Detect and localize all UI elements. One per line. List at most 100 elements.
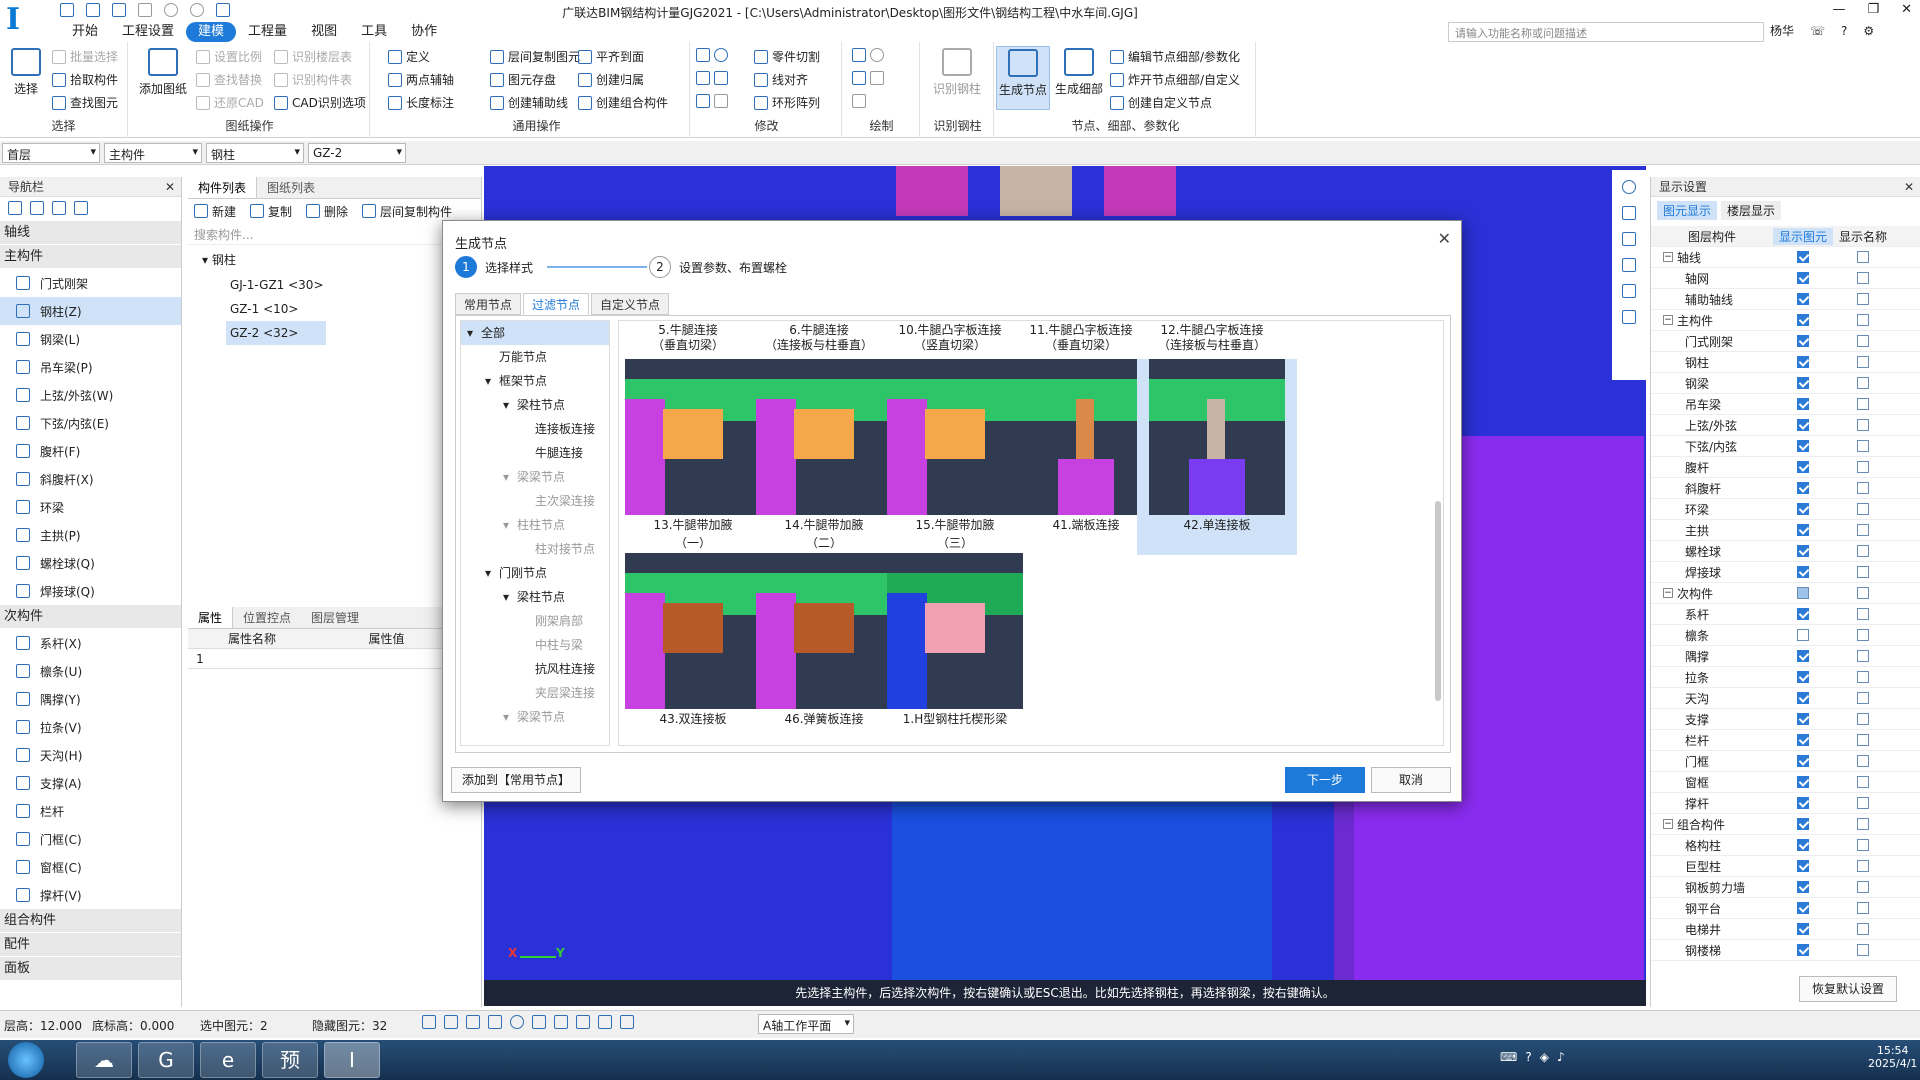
nav-item[interactable]: 栏杆 bbox=[0, 797, 181, 825]
circle-draw-icon[interactable] bbox=[870, 48, 884, 62]
create-attribution-button[interactable]: 创建归属 bbox=[578, 71, 644, 88]
cube-icon[interactable] bbox=[466, 1015, 480, 1029]
show-element-checkbox[interactable] bbox=[1797, 860, 1809, 872]
find-element-button[interactable]: 查找图元 bbox=[52, 94, 118, 111]
cad-options-button[interactable]: CAD识别选项 bbox=[274, 94, 366, 111]
tab-element-display[interactable]: 图元显示 bbox=[1657, 201, 1718, 220]
layer-icon[interactable] bbox=[598, 1015, 612, 1029]
cancel-button[interactable]: 取消 bbox=[1371, 767, 1451, 793]
node-card-partial[interactable]: 12.牛腿凸字板连接 （连接板与柱垂直） bbox=[1137, 323, 1287, 353]
collapse-toggle[interactable]: − bbox=[1663, 819, 1673, 829]
show-element-checkbox[interactable] bbox=[1797, 902, 1809, 914]
detail-view-icon[interactable] bbox=[74, 201, 88, 215]
find-replace-button[interactable]: 查找替换 bbox=[196, 71, 262, 88]
show-element-checkbox[interactable] bbox=[1797, 839, 1809, 851]
nav-item[interactable]: 环梁 bbox=[0, 493, 181, 521]
tab-properties[interactable]: 属性 bbox=[188, 607, 234, 628]
tree-root-steel-column[interactable]: ▾ 钢柱 bbox=[202, 251, 481, 273]
tree-node[interactable]: ▾ 框架节点 bbox=[461, 369, 609, 393]
show-name-checkbox[interactable] bbox=[1857, 608, 1869, 620]
component-search-input[interactable]: 搜索构件... bbox=[188, 223, 481, 245]
show-element-checkbox[interactable] bbox=[1797, 377, 1809, 389]
move-icon[interactable] bbox=[696, 94, 728, 108]
pin-icon[interactable] bbox=[8, 201, 22, 215]
recognize-component-table-button[interactable]: 识别构件表 bbox=[274, 71, 352, 88]
tree-node[interactable]: ▾ 梁柱节点 bbox=[461, 393, 609, 417]
menu-quantities[interactable]: 工程量 bbox=[236, 22, 299, 42]
restore-icon[interactable]: ❐ bbox=[1867, 2, 1879, 17]
view-box-icon[interactable] bbox=[1622, 258, 1636, 272]
reset-defaults-button[interactable]: 恢复默认设置 bbox=[1799, 976, 1897, 1002]
nav-item[interactable]: 腹杆(F) bbox=[0, 437, 181, 465]
nav-item[interactable]: 系杆(X) bbox=[0, 629, 181, 657]
show-element-checkbox[interactable] bbox=[1797, 503, 1809, 515]
nav-item[interactable]: 窗框(C) bbox=[0, 853, 181, 881]
view-2d-icon[interactable] bbox=[1622, 206, 1636, 220]
show-name-checkbox[interactable] bbox=[1857, 482, 1869, 494]
tab-component-list[interactable]: 构件列表 bbox=[188, 177, 258, 198]
tree-toggle[interactable]: ▾ bbox=[503, 513, 517, 537]
nav-cat-sub[interactable]: 次构件 bbox=[0, 605, 181, 629]
menu-start[interactable]: 开始 bbox=[60, 22, 110, 42]
node-card-partial[interactable]: 11.牛腿凸字板连接 （垂直切梁） bbox=[1006, 323, 1156, 353]
tree-node[interactable]: 中柱与梁 bbox=[461, 633, 609, 657]
copy-floor-component-button[interactable]: 层间复制构件 bbox=[362, 203, 452, 220]
rotate-icon[interactable] bbox=[714, 48, 728, 62]
mirror-icon[interactable] bbox=[714, 71, 728, 85]
show-element-checkbox[interactable] bbox=[1797, 461, 1809, 473]
tab-custom-nodes[interactable]: 自定义节点 bbox=[591, 293, 670, 315]
angle-icon[interactable] bbox=[532, 1015, 546, 1029]
nav-item[interactable]: 拉条(V) bbox=[0, 713, 181, 741]
show-element-checkbox[interactable] bbox=[1797, 629, 1809, 641]
rect-draw-icon[interactable] bbox=[852, 94, 866, 108]
part-cut-button[interactable]: 零件切割 bbox=[754, 48, 820, 65]
tab-position-points[interactable]: 位置控点 bbox=[233, 607, 301, 628]
tree-node[interactable]: ▾ 柱柱节点 bbox=[461, 513, 609, 537]
show-element-checkbox[interactable] bbox=[1797, 251, 1809, 263]
nav-item[interactable]: 钢梁(L) bbox=[0, 325, 181, 353]
tab-common-nodes[interactable]: 常用节点 bbox=[455, 293, 522, 315]
nav-item[interactable]: 斜腹杆(X) bbox=[0, 465, 181, 493]
define-button[interactable]: 定义 bbox=[388, 48, 430, 65]
show-element-checkbox[interactable] bbox=[1797, 419, 1809, 431]
show-element-checkbox[interactable] bbox=[1797, 566, 1809, 578]
show-name-checkbox[interactable] bbox=[1857, 629, 1869, 641]
copy-component-button[interactable]: 复制 bbox=[250, 203, 292, 220]
show-name-checkbox[interactable] bbox=[1857, 776, 1869, 788]
show-name-checkbox[interactable] bbox=[1857, 650, 1869, 662]
tree-toggle[interactable]: ▾ bbox=[485, 369, 499, 393]
nav-item[interactable]: 螺栓球(Q) bbox=[0, 549, 181, 577]
explode-node-detail-button[interactable]: 炸开节点细部/自定义 bbox=[1110, 71, 1240, 88]
settings-icon[interactable]: ⚙ bbox=[1863, 24, 1874, 38]
floor-select[interactable]: 首层 bbox=[2, 143, 100, 163]
length-dimension-button[interactable]: 长度标注 bbox=[388, 94, 454, 111]
copy-icon[interactable] bbox=[696, 71, 728, 85]
collapse-toggle[interactable]: − bbox=[1663, 252, 1673, 262]
nav-close-icon[interactable]: ✕ bbox=[165, 177, 175, 197]
tree-toggle[interactable]: ▾ bbox=[503, 465, 517, 489]
node-card-partial[interactable]: 6.牛腿连接 （连接板与柱垂直） bbox=[744, 323, 894, 353]
nav-cat-combined[interactable]: 组合构件 bbox=[0, 909, 181, 933]
nav-item[interactable]: 门式刚架 bbox=[0, 269, 181, 297]
show-name-checkbox[interactable] bbox=[1857, 545, 1869, 557]
show-name-checkbox[interactable] bbox=[1857, 671, 1869, 683]
node-card-partial[interactable]: 5.牛腿连接 （垂直切梁） bbox=[619, 323, 763, 353]
taskbar-app-gjg-icon[interactable]: I bbox=[324, 1042, 380, 1078]
nav-item[interactable]: 主拱(P) bbox=[0, 521, 181, 549]
show-element-checkbox[interactable] bbox=[1797, 692, 1809, 704]
tree-toggle[interactable]: ▾ bbox=[485, 561, 499, 585]
nav-item[interactable]: 焊接球(Q) bbox=[0, 577, 181, 605]
tree-node[interactable]: ▾ 梁柱节点 bbox=[461, 585, 609, 609]
tree-node[interactable]: ▾ 梁梁节点 bbox=[461, 705, 609, 729]
create-aux-line-button[interactable]: 创建辅助线 bbox=[490, 94, 568, 111]
menu-modeling[interactable]: 建模 bbox=[186, 22, 237, 42]
next-step-button[interactable]: 下一步 bbox=[1285, 767, 1365, 793]
show-name-checkbox[interactable] bbox=[1857, 734, 1869, 746]
cross-icon[interactable] bbox=[488, 1015, 502, 1029]
tab-floor-display[interactable]: 楼层显示 bbox=[1721, 201, 1782, 220]
new-component-button[interactable]: 新建 bbox=[194, 203, 236, 220]
tree-node[interactable]: 牛腿连接 bbox=[461, 441, 609, 465]
grid-scrollbar[interactable] bbox=[1435, 501, 1441, 701]
nav-item[interactable]: 天沟(H) bbox=[0, 741, 181, 769]
menu-project-settings[interactable]: 工程设置 bbox=[110, 22, 186, 42]
